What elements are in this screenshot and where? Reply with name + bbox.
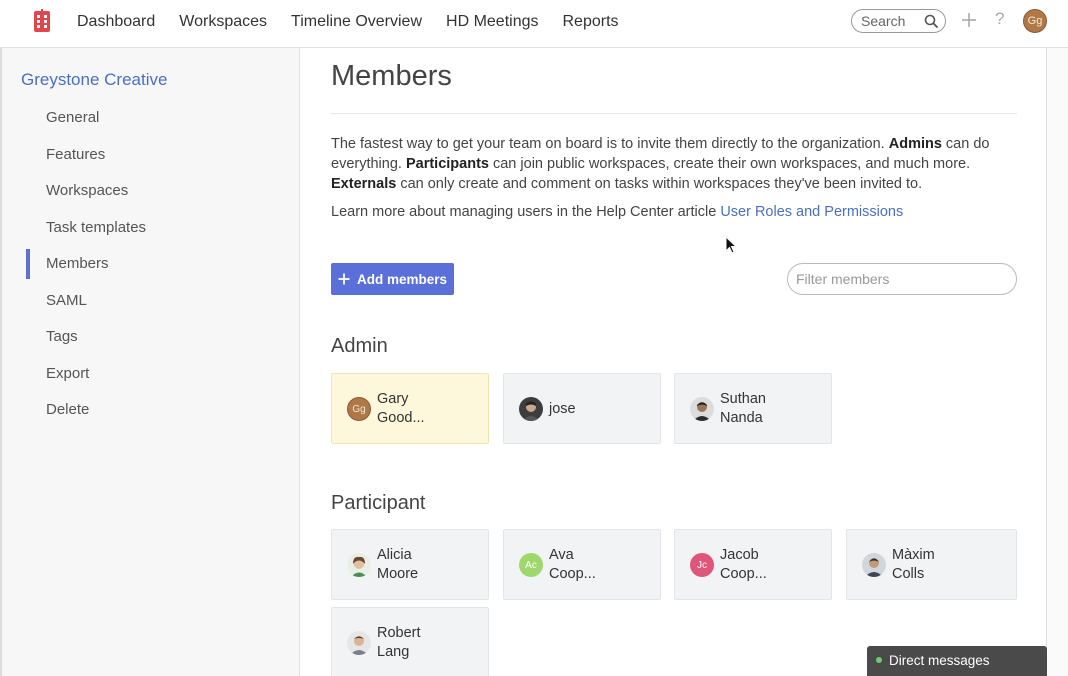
nav-timeline-overview[interactable]: Timeline Overview	[291, 13, 422, 31]
member-card[interactable]: Ac Ava Coop...	[503, 529, 661, 600]
member-name: Gary Good...	[377, 391, 425, 426]
nav-hd-meetings[interactable]: HD Meetings	[446, 13, 538, 31]
member-name: Jacob Coop...	[720, 547, 767, 582]
member-card[interactable]: Robert Lang	[331, 607, 489, 676]
member-card[interactable]: Alicia Moore	[331, 529, 489, 600]
window-outside	[1047, 48, 1068, 676]
member-card[interactable]: Gg Gary Good...	[331, 373, 489, 444]
member-card[interactable]: Màxim Colls	[846, 529, 1017, 600]
top-navigation-bar: Dashboard Workspaces Timeline Overview H…	[0, 0, 1068, 48]
user-avatar[interactable]: Gg	[1023, 9, 1047, 33]
avatar: Gg	[347, 397, 371, 421]
member-name: Suthan Nanda	[720, 391, 766, 426]
user-photo-icon	[347, 553, 371, 577]
members-page: Members The fastest way to get your team…	[301, 48, 1046, 676]
user-photo-icon	[519, 397, 543, 421]
plus-icon	[338, 273, 350, 285]
sidebar-item-general[interactable]: General	[46, 109, 99, 126]
avatar	[519, 397, 543, 421]
add-members-label: Add members	[356, 271, 448, 287]
sidebar-item-export[interactable]: Export	[46, 365, 89, 382]
search-box[interactable]: Search	[851, 9, 946, 33]
online-status-icon	[876, 657, 882, 663]
filter-members-input[interactable]	[787, 263, 1017, 295]
participant-section-heading: Participant	[331, 492, 426, 514]
nav-reports[interactable]: Reports	[563, 13, 619, 31]
admin-section-heading: Admin	[331, 335, 388, 357]
search-placeholder: Search	[861, 13, 906, 29]
member-card[interactable]: Jc Jacob Coop...	[674, 529, 832, 600]
member-name: Màxim Colls	[892, 547, 935, 582]
user-photo-icon	[690, 397, 714, 421]
nav-workspaces[interactable]: Workspaces	[179, 13, 267, 31]
direct-messages-label: Direct messages	[889, 653, 990, 668]
sidebar-item-task-templates[interactable]: Task templates	[46, 219, 146, 236]
page-title: Members	[331, 60, 452, 92]
organization-name[interactable]: Greystone Creative	[21, 70, 167, 90]
avatar: Ac	[519, 553, 543, 577]
sidebar-item-delete[interactable]: Delete	[46, 401, 89, 418]
avatar	[690, 397, 714, 421]
app-logo-icon[interactable]	[33, 9, 51, 33]
direct-messages-bar[interactable]: Direct messages	[867, 646, 1047, 676]
main-nav: Dashboard Workspaces Timeline Overview H…	[65, 0, 631, 44]
avatar: Jc	[690, 553, 714, 577]
user-photo-icon	[862, 553, 886, 577]
member-name: Robert Lang	[377, 625, 421, 660]
help-center-link[interactable]: User Roles and Permissions	[720, 204, 903, 220]
user-photo-icon	[347, 631, 371, 655]
member-card[interactable]: jose	[503, 373, 661, 444]
learn-more-text: Learn more about managing users in the H…	[331, 204, 904, 220]
sidebar-item-saml[interactable]: SAML	[46, 292, 87, 309]
avatar	[862, 553, 886, 577]
sidebar-item-features[interactable]: Features	[46, 146, 105, 163]
sidebar-item-members[interactable]: Members	[46, 255, 109, 272]
avatar	[347, 631, 371, 655]
member-card[interactable]: Suthan Nanda	[674, 373, 832, 444]
active-item-indicator	[26, 249, 30, 279]
settings-sidebar: Greystone Creative General Features Work…	[2, 48, 300, 676]
avatar	[347, 553, 371, 577]
member-name: Alicia Moore	[377, 547, 419, 582]
nav-dashboard[interactable]: Dashboard	[77, 13, 155, 31]
plus-icon[interactable]	[960, 11, 978, 29]
externals-term: Externals	[331, 176, 397, 192]
title-divider	[331, 113, 1017, 114]
add-members-button[interactable]: Add members	[331, 263, 454, 295]
member-name: Ava Coop...	[549, 547, 596, 582]
sidebar-item-workspaces[interactable]: Workspaces	[46, 182, 128, 199]
mouse-cursor-icon	[725, 236, 737, 254]
search-icon[interactable]	[924, 14, 939, 29]
help-icon[interactable]: ?	[995, 9, 1004, 29]
participants-term: Participants	[405, 156, 489, 172]
sidebar-item-tags[interactable]: Tags	[46, 328, 78, 345]
admins-term: Admins	[888, 136, 942, 152]
members-intro-text: The fastest way to get your team on boar…	[331, 136, 990, 192]
member-name: jose	[549, 401, 576, 417]
